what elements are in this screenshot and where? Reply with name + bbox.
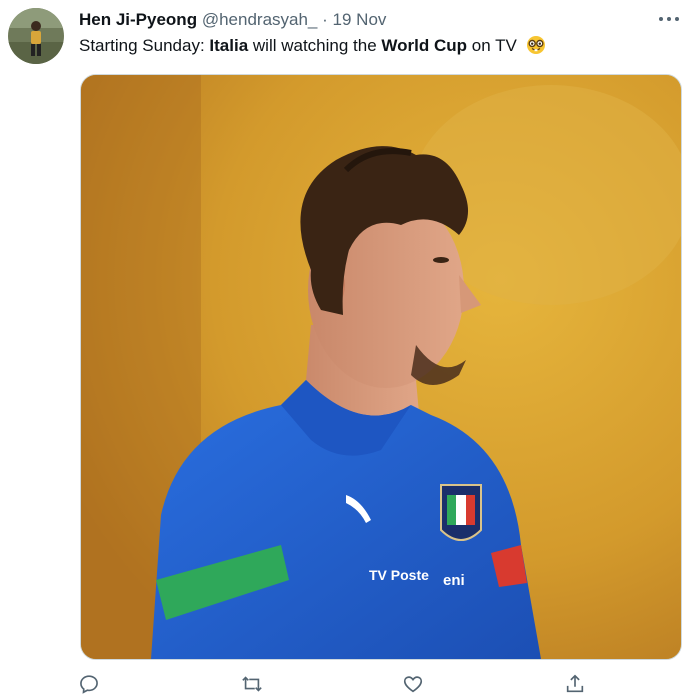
tweet-text-part: Starting Sunday: — [79, 36, 210, 55]
tweet-photo[interactable]: TV Poste eni — [80, 74, 682, 660]
more-options-icon[interactable] — [656, 8, 682, 30]
tweet-header: Hen Ji-Pyeong @hendrasyah_ · 19 Nov — [79, 10, 386, 30]
tweet-text-bold: Italia — [209, 36, 249, 55]
author-handle[interactable]: @hendrasyah_ — [202, 10, 318, 29]
retweet-icon[interactable] — [240, 672, 264, 696]
tweet-card[interactable]: Hen Ji-Pyeong @hendrasyah_ · 19 Nov Star… — [0, 0, 700, 700]
tweet-date[interactable]: 19 Nov — [333, 10, 387, 29]
tweet-text: Starting Sunday: Italia will watching th… — [79, 35, 546, 61]
jersey-sponsor-label: TV Poste — [369, 567, 429, 583]
tweet-actions — [0, 668, 700, 698]
nerd-face-emoji — [526, 35, 546, 61]
tweet-text-part: will watching the — [248, 36, 382, 55]
like-icon[interactable] — [401, 672, 425, 696]
author-name[interactable]: Hen Ji-Pyeong — [79, 10, 197, 29]
avatar[interactable] — [8, 8, 64, 64]
reply-icon[interactable] — [77, 672, 101, 696]
tweet-text-bold: World Cup — [381, 36, 468, 55]
share-icon[interactable] — [563, 672, 587, 696]
separator-dot: · — [322, 10, 328, 29]
tweet-text-part: on TV — [467, 36, 517, 55]
italy-badge-icon — [440, 484, 482, 541]
jersey-sponsor-label: eni — [443, 572, 465, 589]
